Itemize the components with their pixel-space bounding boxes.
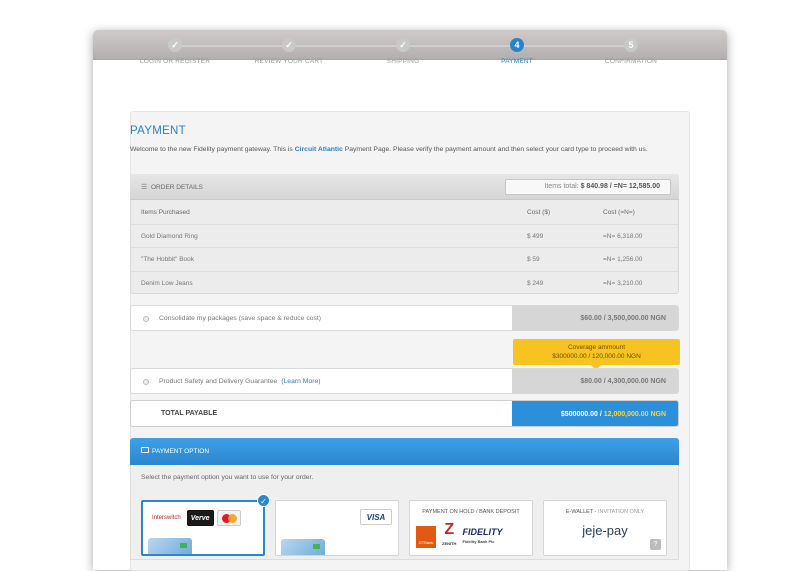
items-total-value: $ 840.98 / =N= 12,585.00 (580, 183, 660, 190)
interswitch-logo: Interswitch (149, 510, 184, 526)
total-label: TOTAL PAYABLE (161, 410, 218, 417)
total-usd: $500000.00 / (560, 411, 604, 418)
page-title: PAYMENT (130, 125, 186, 137)
step-review-cart[interactable]: ✓ REVIEW YOUR CART (229, 38, 349, 65)
ewallet-title: E-WALLET - INVITATION ONLY (544, 509, 666, 515)
consolidate-option[interactable]: Consolidate my packages (save space & re… (130, 305, 679, 331)
step-label: REVIEW YOUR CART (254, 58, 324, 65)
check-icon: ✓ (396, 38, 410, 52)
ewallet-title-text: E-WALLET - (565, 509, 598, 515)
payment-option-header: PAYMENT OPTION (130, 438, 679, 465)
jejepay-logo: jeje-pay (582, 523, 628, 538)
item-name: "The Hobbit" Book (141, 256, 195, 263)
fidelity-label: FIDELITY (462, 527, 503, 537)
item-cost-ngn: =N= 1,256.00 (603, 256, 643, 263)
safety-label: Product Safety and Delivery Guarantee (Le… (159, 378, 321, 385)
item-name: Gold Diamond Ring (141, 232, 198, 240)
order-table: Items Purchased Cost ($) Cost (=N=) Gold… (131, 201, 678, 295)
step-payment[interactable]: 4 PAYMENT (457, 38, 577, 65)
total-ngn: 12,000,000.00 NGN (603, 411, 666, 418)
item-cost-usd: $ 499 (527, 232, 544, 240)
check-icon: ✓ (282, 38, 296, 52)
learn-more-link[interactable]: (Learn More) (281, 378, 320, 385)
list-icon: ☰ (141, 184, 148, 191)
item-cost-ngn: =N= 6,318.00 (603, 232, 643, 240)
safety-radio[interactable] (143, 379, 149, 385)
item-cost-ngn: =N= 3,210.00 (603, 279, 643, 287)
gtbank-logo: GTBank (416, 526, 436, 548)
bank-logos: GTBank Z ZENITH FIDELITY Fidelity Bank Plc (416, 522, 502, 551)
order-details-title: ORDER DETAILS (151, 184, 203, 191)
payment-bank-deposit[interactable]: PAYMENT ON HOLD / BANK DEPOSIT GTBank ZZ… (409, 500, 533, 556)
welcome-text: Welcome to the new Fidelity payment gate… (130, 146, 648, 153)
step-label: LOGIN OR REGISTER (139, 58, 211, 65)
coverage-title: Coverage ammount (567, 344, 626, 351)
step-label: SHIPPING (386, 58, 420, 65)
consolidate-radio[interactable] (143, 316, 149, 322)
table-row: "The Hobbit" Book $ 59 =N= 1,256.00 (131, 248, 678, 272)
items-total: Items total: $ 840.98 / =N= 12,585.00 (505, 179, 671, 195)
step-label: CONFIRMATION (604, 58, 658, 65)
consolidate-label: Consolidate my packages (save space & re… (159, 315, 322, 322)
fidelity-sub: Fidelity Bank Plc (462, 539, 495, 544)
card-logos: Interswitch Verve (149, 510, 241, 526)
item-cost-usd: $ 249 (527, 279, 544, 287)
safety-text: Product Safety and Delivery Guarantee (159, 378, 278, 385)
welcome-pre: Welcome to the new Fidelity payment gate… (130, 146, 295, 153)
bank-deposit-title: PAYMENT ON HOLD / BANK DEPOSIT (422, 509, 520, 515)
zenith-logo: Z ZENITH (442, 522, 457, 551)
total-payable: TOTAL PAYABLE $500000.00 / 12,000,000.00… (130, 400, 679, 427)
credit-card-icon (141, 447, 149, 453)
step-shipping[interactable]: ✓ SHIPPING (343, 38, 463, 65)
total-amount: $500000.00 / 12,000,000.00 NGN (512, 401, 678, 426)
order-details-header: ☰ ORDER DETAILS Items total: $ 840.98 / =… (130, 174, 679, 200)
help-icon[interactable]: ? (650, 539, 661, 550)
safety-option[interactable]: Product Safety and Delivery Guarantee (Le… (130, 368, 679, 394)
welcome-post: Payment Page. Please verify the payment … (342, 146, 648, 153)
header-cost-usd: Cost ($) (527, 209, 551, 216)
verve-logo: Verve (186, 510, 214, 526)
visa-logo: VISA (360, 509, 392, 525)
card-image (148, 538, 192, 554)
safety-price: $80.00 / 4,300,000.00 NGN (512, 369, 678, 393)
payment-option-description: Select the payment option you want to us… (141, 474, 314, 481)
items-total-label: Items total: (544, 183, 581, 190)
step-login[interactable]: ✓ LOGIN OR REGISTER (115, 38, 235, 65)
ewallet-note: INVITATION ONLY (597, 509, 645, 515)
payment-ewallet[interactable]: E-WALLET - INVITATION ONLY jeje-pay ? (543, 500, 667, 556)
header-items: Items Purchased (141, 209, 190, 216)
fidelity-logo: FIDELITY Fidelity Bank Plc (462, 527, 502, 547)
payment-card-local[interactable]: Interswitch Verve (141, 500, 265, 556)
merchant-link[interactable]: Circuit Atlantic (295, 146, 343, 153)
check-icon: ✓ (168, 38, 182, 52)
step-number: 5 (624, 38, 638, 52)
coverage-tooltip: Coverage ammount $300000.00 / 120,000.00… (513, 339, 680, 370)
table-row: Gold Diamond Ring $ 499 =N= 6,318.00 (131, 225, 678, 248)
payment-card-visa[interactable]: VISA (275, 500, 399, 556)
mastercard-logo (216, 510, 241, 526)
table-header: Items Purchased Cost ($) Cost (=N=) (131, 201, 678, 225)
step-label: PAYMENT (501, 58, 533, 65)
step-confirmation[interactable]: 5 CONFIRMATION (571, 38, 691, 65)
consolidate-price: $60.00 / 3,500,000.00 NGN (512, 306, 678, 330)
payment-option-title: PAYMENT OPTION (152, 448, 210, 455)
selected-check-icon: ✓ (257, 494, 270, 507)
zenith-label: ZENITH (442, 541, 457, 546)
coverage-value: $300000.00 / 120,000.00 NGN (552, 353, 641, 360)
card-image (281, 539, 325, 555)
header-cost-ngn: Cost (=N=) (603, 209, 635, 216)
table-row: Denim Low Jeans $ 249 =N= 3,210.00 (131, 272, 678, 296)
item-cost-usd: $ 59 (527, 256, 540, 263)
item-name: Denim Low Jeans (141, 279, 193, 287)
step-number: 4 (510, 38, 524, 52)
